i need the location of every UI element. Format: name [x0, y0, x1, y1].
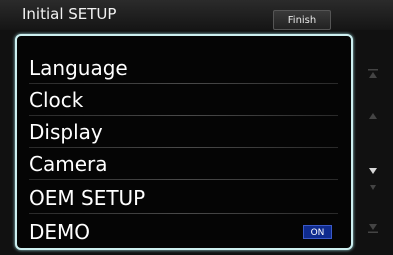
menu-item-language[interactable]: Language: [24, 52, 346, 84]
scroll-down-icon[interactable]: [361, 165, 385, 180]
header-bar: Initial SETUP Finish: [0, 0, 393, 30]
menu-item-label: Clock: [29, 88, 84, 112]
finish-button[interactable]: Finish: [273, 10, 331, 30]
menu-item-label: Camera: [29, 152, 108, 176]
menu-item-demo[interactable]: DEMO ON: [24, 216, 346, 248]
menu-item-display[interactable]: Display: [24, 116, 346, 148]
setup-menu-list: Language Clock Display Camera OEM SETUP …: [15, 34, 353, 250]
menu-item-oem-setup[interactable]: OEM SETUP: [24, 182, 346, 214]
demo-on-badge: ON: [303, 225, 332, 239]
menu-item-label: OEM SETUP: [29, 186, 146, 210]
menu-item-clock[interactable]: Clock: [24, 84, 346, 116]
menu-item-label: Language: [29, 56, 128, 80]
scroll-top-icon[interactable]: [361, 68, 385, 83]
scroll-bottom-icon[interactable]: [361, 222, 385, 237]
scroll-up-icon[interactable]: [361, 110, 385, 125]
divider: [29, 213, 338, 214]
scroll-page-down-icon[interactable]: [361, 182, 385, 197]
menu-item-label: DEMO: [29, 220, 91, 244]
divider: [29, 179, 338, 180]
menu-item-label: Display: [29, 120, 103, 144]
menu-item-camera[interactable]: Camera: [24, 148, 346, 180]
page-title: Initial SETUP: [22, 5, 117, 23]
